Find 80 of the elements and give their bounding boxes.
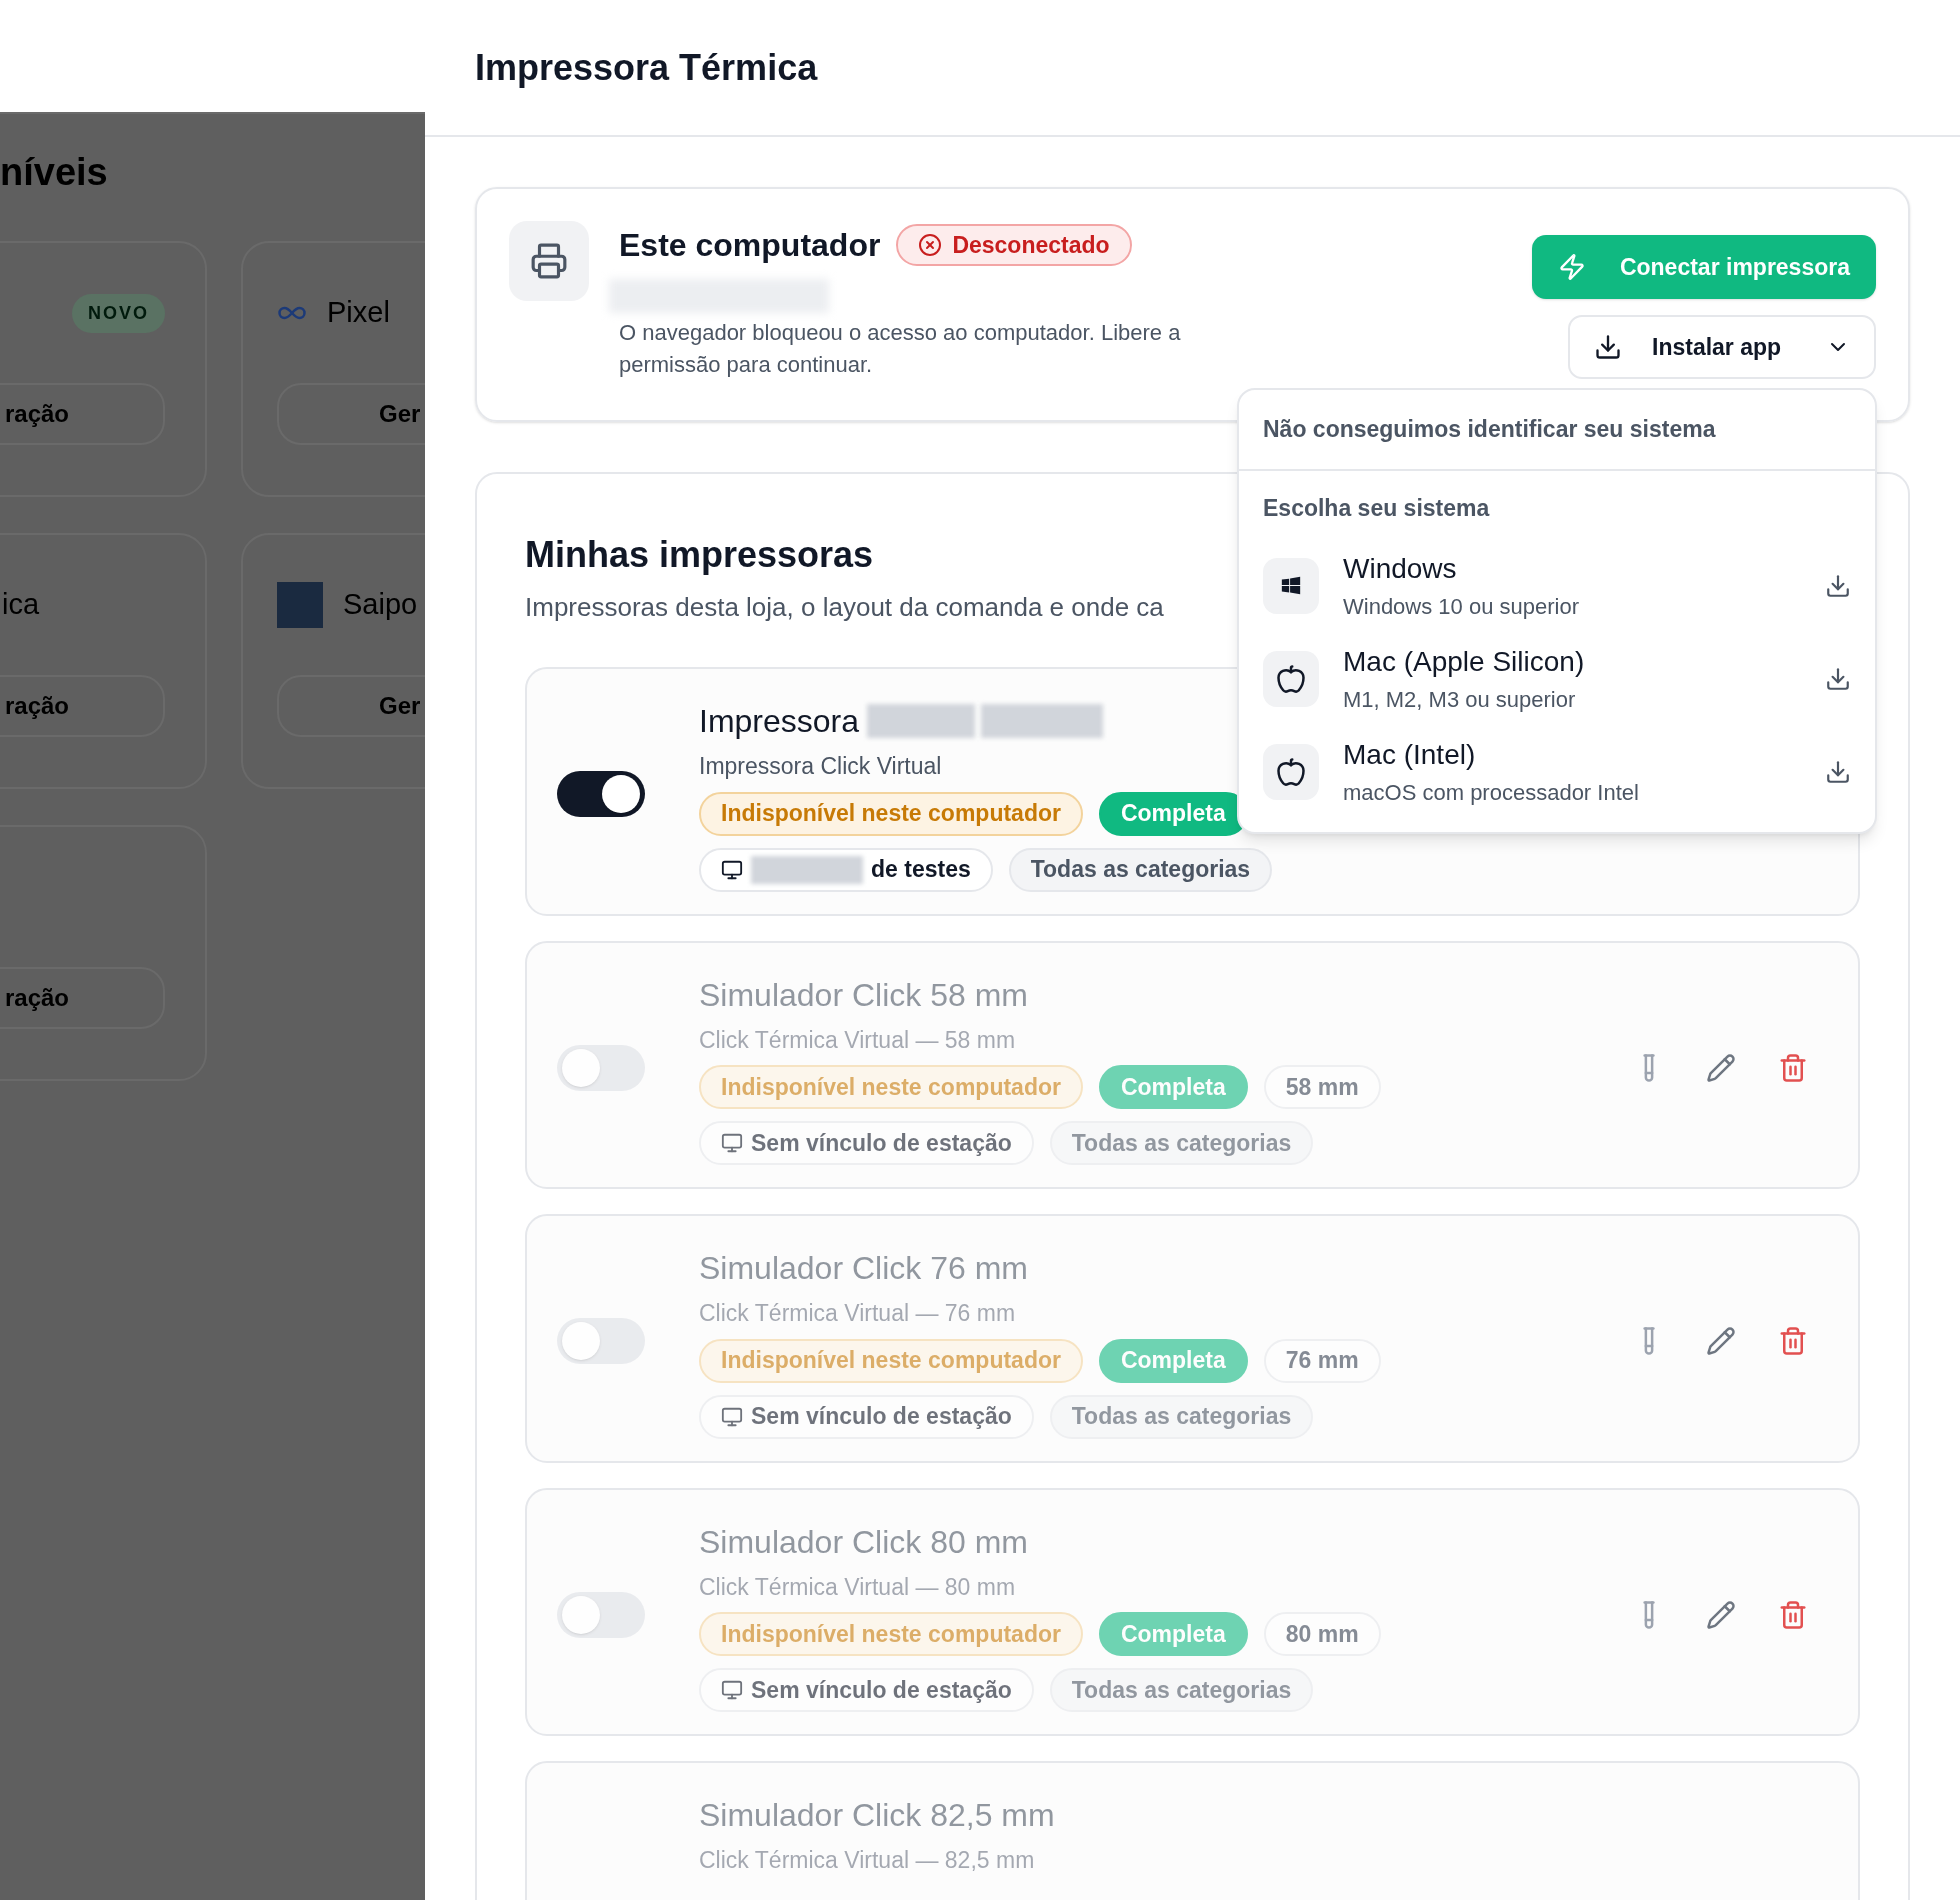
card-title: Pixel: [327, 295, 390, 331]
windows-logo-icon: [1263, 557, 1319, 614]
card-title: ica: [2, 587, 40, 623]
station-chip: Sem vínculo de estação: [699, 1668, 1034, 1712]
monitor-icon: [721, 1132, 743, 1154]
toggle-switch[interactable]: [557, 1591, 645, 1638]
station-chip: Sem vínculo de estação: [699, 1394, 1034, 1439]
printer-name: Simulador Click 76 mm: [699, 1249, 1028, 1288]
toggle-switch[interactable]: [557, 1044, 645, 1091]
printer-name: Simulador Click 58 mm: [699, 975, 1028, 1015]
option-detail: Windows 10 ou superior: [1343, 593, 1579, 621]
option-title: Mac (Apple Silicon): [1343, 645, 1585, 679]
download-icon: [1594, 333, 1622, 361]
status-chip: Indisponível neste computador: [699, 791, 1083, 836]
printer-name: Simulador Click 80 mm: [699, 1522, 1028, 1562]
status-chip: Completa: [1098, 1612, 1248, 1656]
menu-notice: Não conseguimos identificar seu sistema: [1239, 390, 1875, 471]
option-title: Mac (Intel): [1343, 738, 1477, 772]
status-message: O navegador bloqueou o acesso ao computador. Libere a permissão para continuar.: [619, 319, 1182, 379]
menu-section-label: Escolha seu sistema: [1262, 493, 1491, 523]
edit-icon[interactable]: [1706, 1052, 1736, 1083]
printer-model: Impressora Click Virtual: [699, 752, 942, 781]
option-title: Windows: [1343, 552, 1458, 586]
printer-model: Click Térmica Virtual — 80 mm: [699, 1572, 1016, 1602]
section-heading: Minhas impressoras: [525, 533, 874, 577]
status-badge: Desconectado: [896, 224, 1132, 266]
status-chip: Indisponível neste computador: [699, 1612, 1083, 1656]
printer-model: Click Térmica Virtual — 58 mm: [699, 1025, 1016, 1055]
edit-icon[interactable]: [1706, 1326, 1736, 1357]
status-chip: 76 mm: [1263, 1338, 1381, 1383]
new-badge: NOVO: [72, 293, 165, 333]
printer-model: Click Térmica Virtual — 82,5 mm: [699, 1846, 1035, 1875]
system-option[interactable]: Mac (Apple Silicon) M1, M2, M3 ou superior: [1239, 632, 1875, 725]
status-chip: 58 mm: [1263, 1065, 1381, 1109]
card-button[interactable]: ração: [0, 675, 165, 737]
apple-icon: [1263, 743, 1319, 800]
printer-model: Click Térmica Virtual — 76 mm: [699, 1299, 1016, 1328]
download-icon: [1825, 572, 1851, 599]
error-icon: [918, 233, 943, 257]
connect-printer-button[interactable]: Conectar impressora: [1531, 235, 1876, 299]
category-chip: Todas as categorias: [1008, 847, 1273, 892]
printer-icon: [530, 242, 568, 280]
category-chip: Todas as categorias: [1049, 1394, 1314, 1439]
category-chip: Todas as categorias: [1049, 1121, 1314, 1165]
option-detail: M1, M2, M3 ou superior: [1343, 686, 1577, 714]
page-heading: níveis: [0, 150, 108, 195]
monitor-icon: [721, 858, 743, 881]
station-chip: de testes: [699, 847, 993, 892]
toggle-switch[interactable]: [557, 1318, 645, 1365]
system-option[interactable]: Windows Windows 10 ou superior: [1239, 539, 1875, 632]
delete-icon[interactable]: [1778, 1326, 1808, 1357]
station-chip: Sem vínculo de estação: [699, 1121, 1034, 1165]
category-chip: Todas as categorias: [1049, 1668, 1314, 1712]
monitor-icon: [721, 1679, 743, 1701]
card-button[interactable]: Ger: [277, 383, 425, 445]
status-chip: Completa: [1098, 1338, 1248, 1383]
card-button[interactable]: ração: [0, 967, 165, 1029]
install-app-button[interactable]: Instalar app: [1568, 315, 1876, 379]
monitor-icon: [721, 1405, 743, 1428]
edit-icon[interactable]: [1706, 1599, 1736, 1630]
card-title: Saipo: [343, 587, 418, 623]
status-chip: Completa: [1098, 1065, 1248, 1109]
mascot-logo: [277, 582, 323, 628]
printer-name: Simulador Click 82,5 mm: [699, 1796, 1055, 1835]
status-chip: Indisponível neste computador: [699, 1065, 1083, 1109]
card-button[interactable]: ração: [0, 383, 165, 445]
delete-icon[interactable]: [1778, 1599, 1808, 1630]
delete-icon[interactable]: [1778, 1052, 1808, 1083]
section-description: Impressoras desta loja, o layout da comanda e onde ca: [525, 591, 1164, 624]
apple-icon: [1263, 650, 1319, 707]
lightning-icon: [1557, 253, 1586, 281]
download-icon: [1825, 758, 1851, 785]
drawer-title: Impressora Térmica: [475, 45, 818, 90]
status-chip: Indisponível neste computador: [699, 1338, 1083, 1383]
printer-name: Impressora: [699, 702, 860, 741]
toggle-switch[interactable]: [557, 771, 645, 818]
status-chip: 80 mm: [1263, 1612, 1381, 1656]
section-title: Este computador: [619, 226, 881, 265]
option-detail: macOS com processador Intel: [1343, 779, 1639, 807]
download-icon: [1825, 665, 1851, 692]
